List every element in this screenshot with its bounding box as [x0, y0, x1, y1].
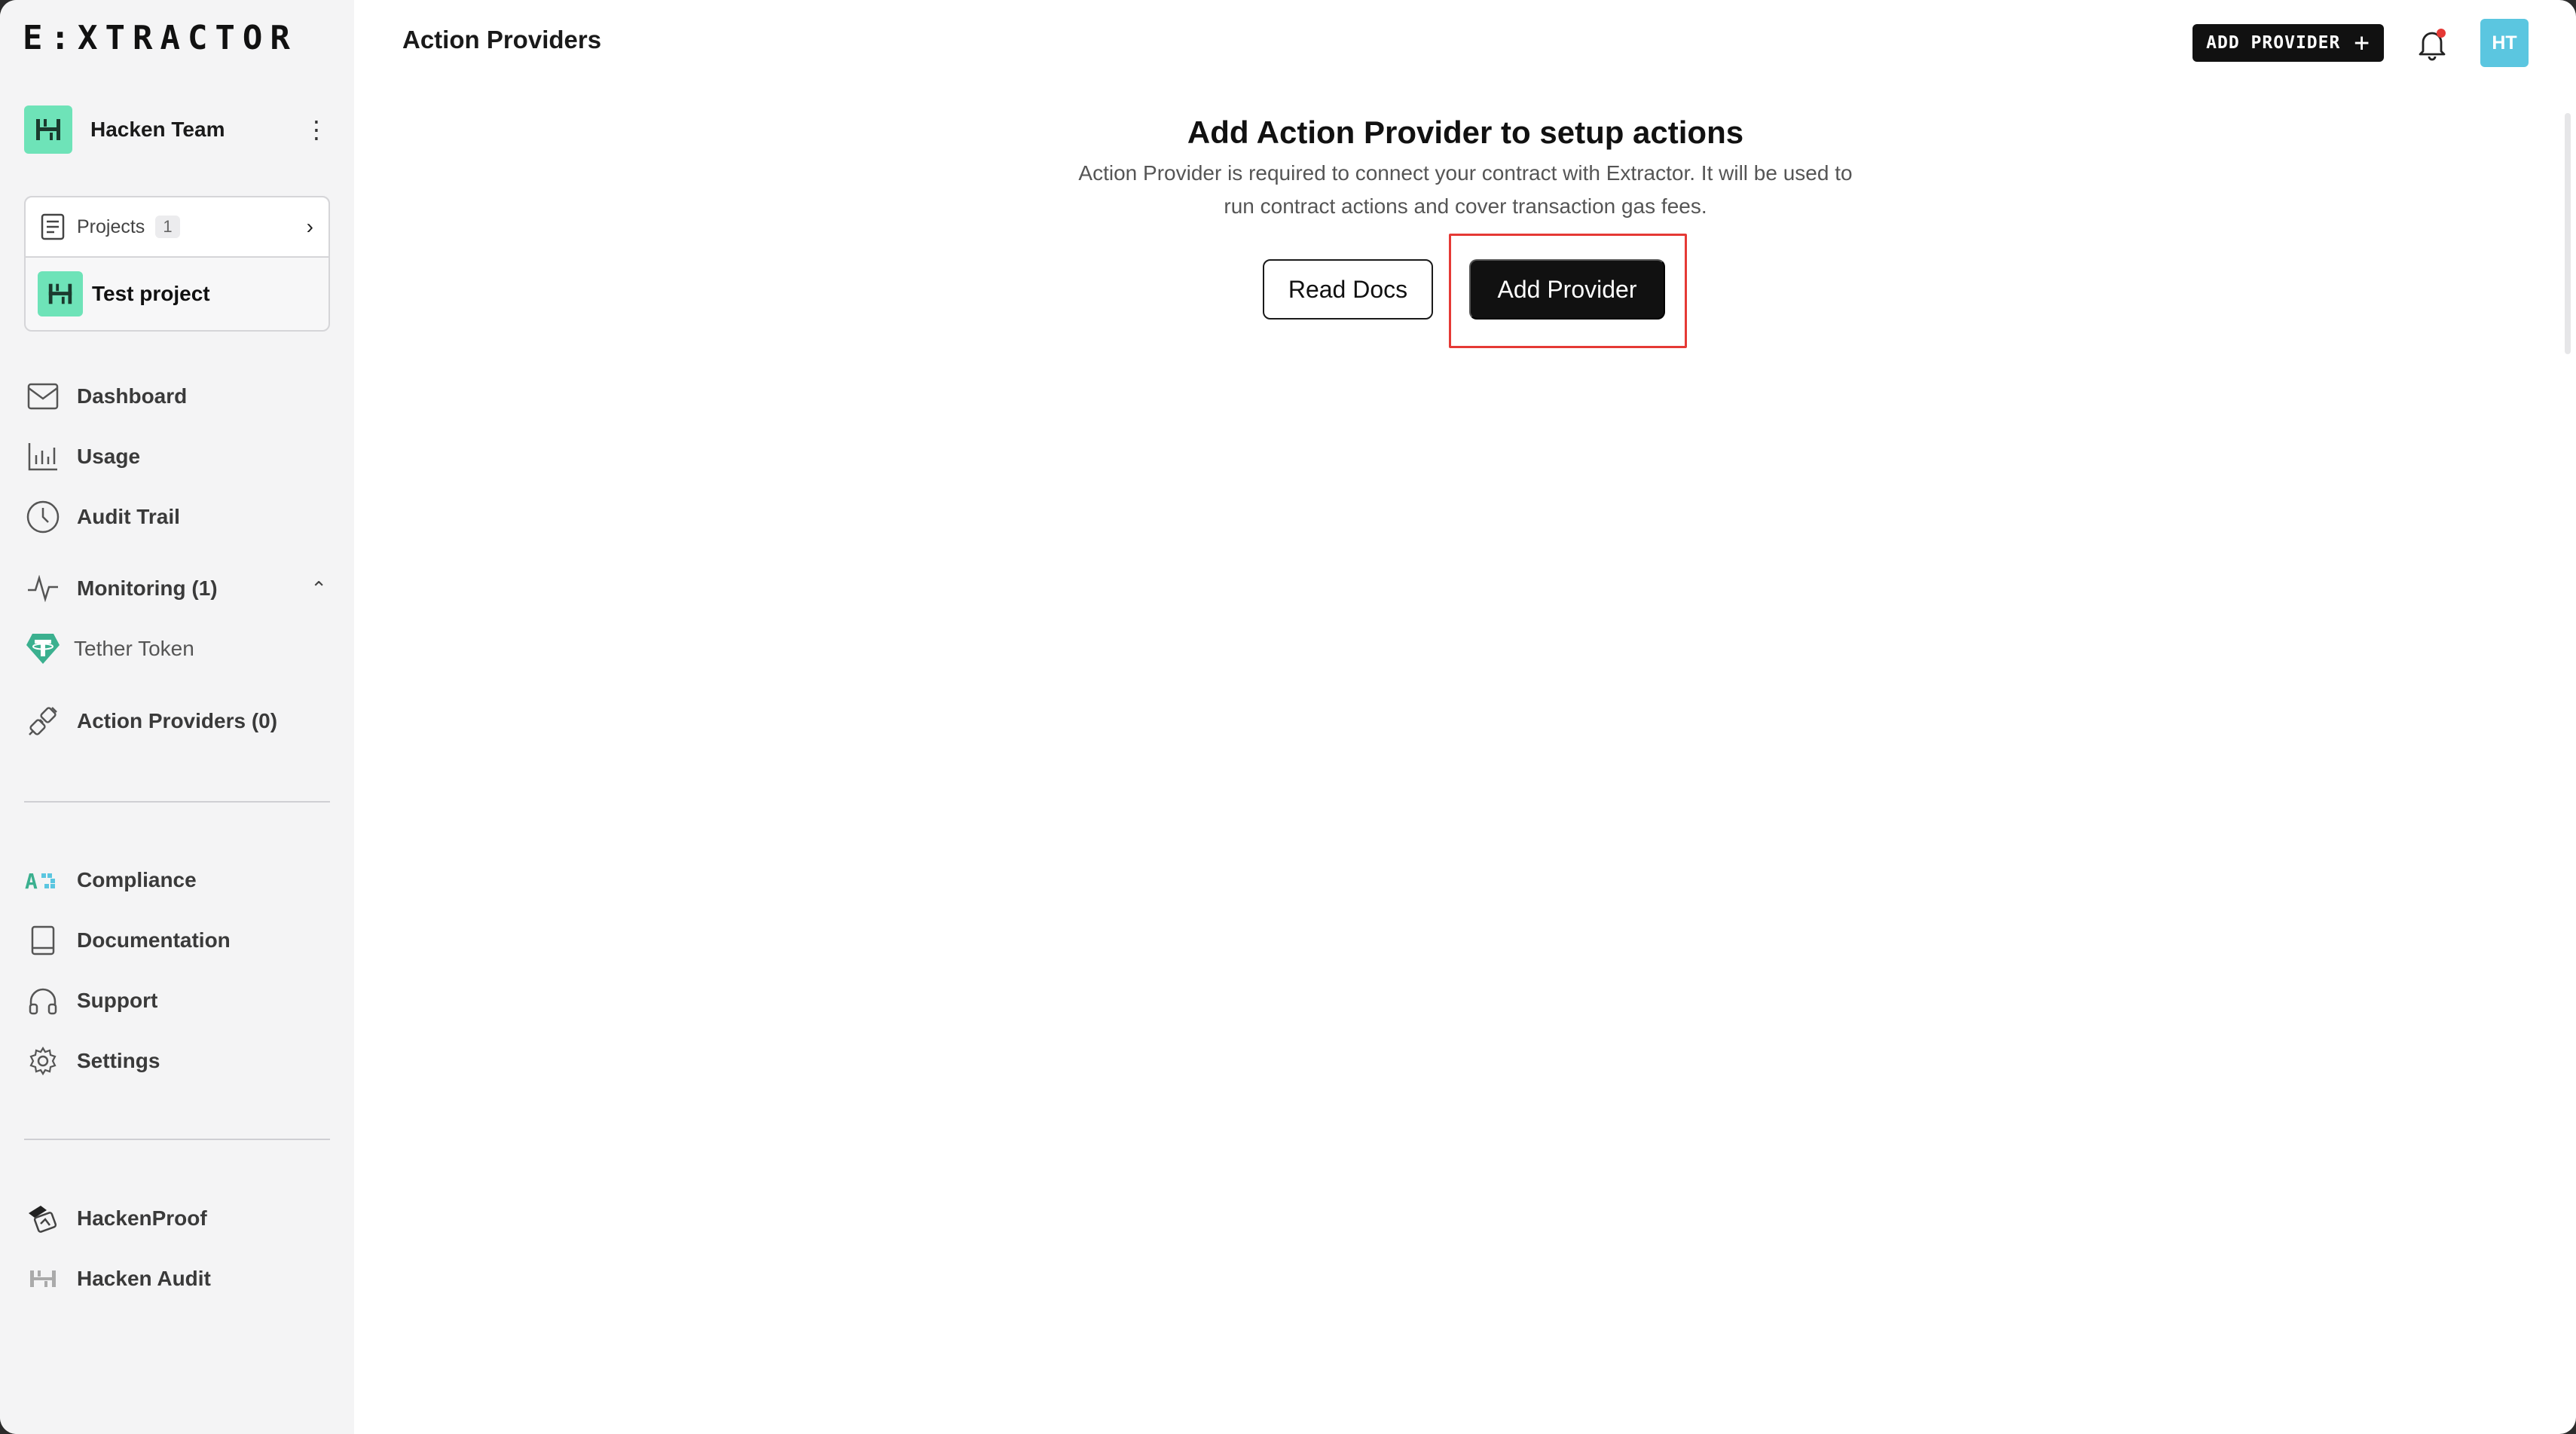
plug-icon	[24, 702, 62, 740]
nav-label: Documentation	[77, 928, 231, 952]
clock-icon	[24, 498, 62, 536]
nav-label: Settings	[77, 1049, 160, 1072]
main-nav: Dashboard Usage Audit Trail	[24, 366, 332, 547]
nav-label: Support	[77, 989, 158, 1012]
nav-item-audit-trail[interactable]: Audit Trail	[24, 487, 332, 547]
nav-label: Dashboard	[77, 384, 188, 408]
external-nav: HackenProof Hacken Audit	[24, 1188, 332, 1309]
page-title: Action Providers	[402, 26, 602, 54]
gear-icon	[24, 1042, 62, 1080]
hacken-audit-icon	[24, 1260, 62, 1298]
svg-text:A: A	[25, 869, 38, 891]
team-avatar	[24, 105, 72, 154]
activity-icon	[24, 570, 62, 607]
user-avatar[interactable]: HT	[2480, 19, 2529, 67]
nav-label: Usage	[77, 445, 141, 468]
notification-dot	[2437, 29, 2446, 38]
monitoring-nav: Monitoring (1) ⌃ Tether Token Action Pro…	[24, 558, 332, 751]
sidebar: E:XTRACTOR Hacken Team ⋮ Projects 1 › Te…	[0, 0, 354, 1434]
nav-item-settings[interactable]: Settings	[24, 1031, 332, 1091]
nav-item-hackenproof[interactable]: HackenProof	[24, 1188, 332, 1249]
plus-icon: +	[2354, 28, 2370, 58]
team-menu-icon[interactable]: ⋮	[301, 115, 332, 145]
projects-count-badge: 1	[155, 216, 180, 238]
sidebar-divider	[24, 801, 330, 803]
compliance-icon: A	[24, 861, 62, 899]
nav-item-dashboard[interactable]: Dashboard	[24, 366, 332, 427]
app-logo[interactable]: E:XTRACTOR	[23, 21, 332, 56]
nav-label: Compliance	[77, 868, 197, 891]
hacken-logo-icon	[36, 119, 60, 140]
nav-item-hacken-audit[interactable]: Hacken Audit	[24, 1249, 332, 1309]
scrollbar[interactable]	[2565, 113, 2571, 354]
nav-label: Audit Trail	[77, 505, 180, 528]
nav-label: HackenProof	[77, 1206, 207, 1230]
secondary-nav: A Compliance Documentation Support Setti…	[24, 850, 332, 1091]
empty-state-description: Action Provider is required to connect y…	[1078, 161, 1853, 218]
project-avatar	[38, 271, 83, 316]
add-provider-header-button[interactable]: ADD PROVIDER +	[2193, 24, 2384, 62]
bar-chart-icon	[24, 438, 62, 475]
nav-item-tether-token[interactable]: Tether Token	[24, 619, 332, 679]
chevron-right-icon: ›	[306, 215, 313, 238]
nav-label: Hacken Audit	[77, 1267, 211, 1290]
sidebar-divider	[24, 1139, 330, 1140]
nav-label: Action Providers (0)	[77, 709, 278, 732]
hackenproof-icon	[24, 1200, 62, 1237]
nav-label: Tether Token	[74, 637, 194, 660]
tether-icon	[24, 630, 62, 668]
hacken-logo-icon	[48, 283, 72, 304]
projects-panel: Projects 1 › Test project	[24, 196, 330, 332]
app-window: E:XTRACTOR Hacken Team ⋮ Projects 1 › Te…	[0, 0, 2576, 1434]
projects-label: Projects	[77, 216, 145, 237]
chevron-up-icon[interactable]: ⌃	[310, 577, 327, 601]
document-icon	[41, 213, 65, 240]
dashboard-icon	[24, 378, 62, 415]
nav-label: Monitoring (1)	[77, 576, 218, 600]
headphones-icon	[24, 982, 62, 1020]
team-switcher[interactable]: Hacken Team ⋮	[24, 105, 332, 154]
add-provider-header-label: ADD PROVIDER	[2206, 33, 2341, 53]
highlight-box	[1449, 234, 1687, 348]
project-item[interactable]: Test project	[26, 258, 328, 330]
nav-item-action-providers[interactable]: Action Providers (0)	[24, 691, 332, 751]
nav-item-support[interactable]: Support	[24, 971, 332, 1031]
nav-item-monitoring[interactable]: Monitoring (1) ⌃	[24, 558, 332, 619]
team-name: Hacken Team	[90, 118, 225, 141]
book-icon	[24, 922, 62, 959]
projects-header[interactable]: Projects 1 ›	[26, 197, 328, 258]
project-name: Test project	[92, 282, 210, 305]
read-docs-button[interactable]: Read Docs	[1263, 259, 1433, 320]
empty-state-title: Add Action Provider to setup actions	[1187, 115, 1744, 150]
nav-item-compliance[interactable]: A Compliance	[24, 850, 332, 910]
notifications-bell-icon[interactable]	[2414, 26, 2450, 62]
nav-item-documentation[interactable]: Documentation	[24, 910, 332, 971]
nav-item-usage[interactable]: Usage	[24, 427, 332, 487]
